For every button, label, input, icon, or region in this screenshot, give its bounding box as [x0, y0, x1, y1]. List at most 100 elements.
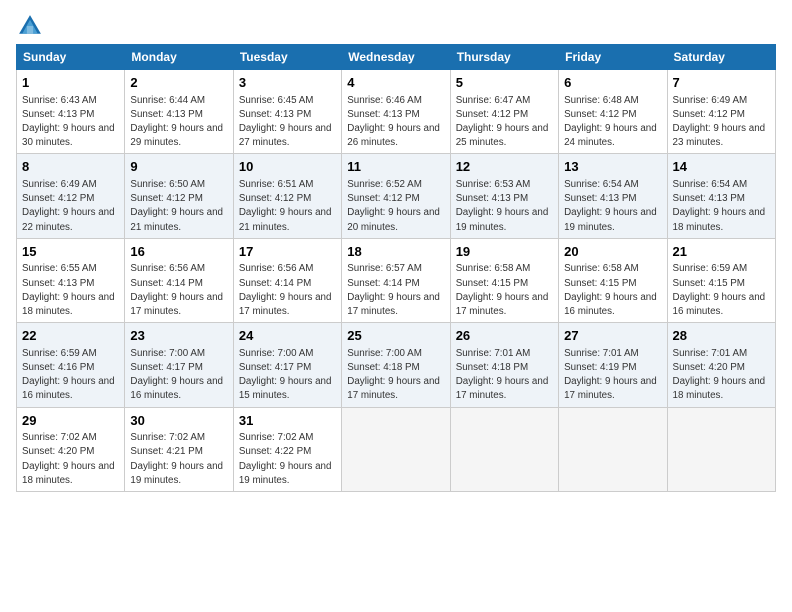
day-number: 21: [673, 243, 770, 261]
day-number: 2: [130, 74, 227, 92]
calendar-cell: 1 Sunrise: 6:43 AMSunset: 4:13 PMDayligh…: [17, 70, 125, 154]
day-info: Sunrise: 6:56 AMSunset: 4:14 PMDaylight:…: [130, 263, 223, 317]
day-info: Sunrise: 6:54 AMSunset: 4:13 PMDaylight:…: [564, 179, 657, 233]
day-info: Sunrise: 7:02 AMSunset: 4:21 PMDaylight:…: [130, 432, 223, 486]
day-number: 25: [347, 327, 444, 345]
day-number: 26: [456, 327, 553, 345]
calendar-cell: 7 Sunrise: 6:49 AMSunset: 4:12 PMDayligh…: [667, 70, 775, 154]
day-number: 3: [239, 74, 336, 92]
day-number: 1: [22, 74, 119, 92]
calendar-week-row: 1 Sunrise: 6:43 AMSunset: 4:13 PMDayligh…: [17, 70, 776, 154]
calendar-cell: 12 Sunrise: 6:53 AMSunset: 4:13 PMDaylig…: [450, 154, 558, 238]
day-number: 27: [564, 327, 661, 345]
day-info: Sunrise: 6:50 AMSunset: 4:12 PMDaylight:…: [130, 179, 223, 233]
day-info: Sunrise: 7:00 AMSunset: 4:18 PMDaylight:…: [347, 348, 440, 402]
calendar-week-row: 29 Sunrise: 7:02 AMSunset: 4:20 PMDaylig…: [17, 407, 776, 491]
calendar-cell: 24 Sunrise: 7:00 AMSunset: 4:17 PMDaylig…: [233, 323, 341, 407]
day-number: 18: [347, 243, 444, 261]
calendar-week-row: 15 Sunrise: 6:55 AMSunset: 4:13 PMDaylig…: [17, 238, 776, 322]
day-info: Sunrise: 7:01 AMSunset: 4:19 PMDaylight:…: [564, 348, 657, 402]
calendar-cell: 27 Sunrise: 7:01 AMSunset: 4:19 PMDaylig…: [559, 323, 667, 407]
calendar-header-row: SundayMondayTuesdayWednesdayThursdayFrid…: [17, 45, 776, 70]
calendar-cell: 15 Sunrise: 6:55 AMSunset: 4:13 PMDaylig…: [17, 238, 125, 322]
col-header-saturday: Saturday: [667, 45, 775, 70]
day-number: 19: [456, 243, 553, 261]
day-info: Sunrise: 6:58 AMSunset: 4:15 PMDaylight:…: [564, 263, 657, 317]
calendar-cell: 26 Sunrise: 7:01 AMSunset: 4:18 PMDaylig…: [450, 323, 558, 407]
day-number: 15: [22, 243, 119, 261]
col-header-thursday: Thursday: [450, 45, 558, 70]
day-info: Sunrise: 7:01 AMSunset: 4:20 PMDaylight:…: [673, 348, 766, 402]
col-header-sunday: Sunday: [17, 45, 125, 70]
day-number: 14: [673, 158, 770, 176]
day-number: 6: [564, 74, 661, 92]
calendar-cell: 11 Sunrise: 6:52 AMSunset: 4:12 PMDaylig…: [342, 154, 450, 238]
logo-icon: [16, 12, 44, 40]
calendar-cell: 20 Sunrise: 6:58 AMSunset: 4:15 PMDaylig…: [559, 238, 667, 322]
calendar-cell: 13 Sunrise: 6:54 AMSunset: 4:13 PMDaylig…: [559, 154, 667, 238]
calendar-cell: 28 Sunrise: 7:01 AMSunset: 4:20 PMDaylig…: [667, 323, 775, 407]
day-info: Sunrise: 6:44 AMSunset: 4:13 PMDaylight:…: [130, 95, 223, 149]
day-number: 4: [347, 74, 444, 92]
day-info: Sunrise: 6:52 AMSunset: 4:12 PMDaylight:…: [347, 179, 440, 233]
calendar-cell: 21 Sunrise: 6:59 AMSunset: 4:15 PMDaylig…: [667, 238, 775, 322]
col-header-monday: Monday: [125, 45, 233, 70]
day-info: Sunrise: 7:02 AMSunset: 4:22 PMDaylight:…: [239, 432, 332, 486]
day-number: 7: [673, 74, 770, 92]
calendar-cell: 16 Sunrise: 6:56 AMSunset: 4:14 PMDaylig…: [125, 238, 233, 322]
calendar-cell: 25 Sunrise: 7:00 AMSunset: 4:18 PMDaylig…: [342, 323, 450, 407]
calendar-cell: 23 Sunrise: 7:00 AMSunset: 4:17 PMDaylig…: [125, 323, 233, 407]
day-number: 28: [673, 327, 770, 345]
day-number: 17: [239, 243, 336, 261]
col-header-friday: Friday: [559, 45, 667, 70]
calendar-cell: 9 Sunrise: 6:50 AMSunset: 4:12 PMDayligh…: [125, 154, 233, 238]
calendar-cell: 14 Sunrise: 6:54 AMSunset: 4:13 PMDaylig…: [667, 154, 775, 238]
day-info: Sunrise: 6:51 AMSunset: 4:12 PMDaylight:…: [239, 179, 332, 233]
day-number: 5: [456, 74, 553, 92]
calendar-cell: 17 Sunrise: 6:56 AMSunset: 4:14 PMDaylig…: [233, 238, 341, 322]
col-header-wednesday: Wednesday: [342, 45, 450, 70]
day-info: Sunrise: 7:02 AMSunset: 4:20 PMDaylight:…: [22, 432, 115, 486]
day-info: Sunrise: 6:59 AMSunset: 4:16 PMDaylight:…: [22, 348, 115, 402]
day-number: 9: [130, 158, 227, 176]
calendar-cell: [450, 407, 558, 491]
day-info: Sunrise: 6:59 AMSunset: 4:15 PMDaylight:…: [673, 263, 766, 317]
calendar-cell: 2 Sunrise: 6:44 AMSunset: 4:13 PMDayligh…: [125, 70, 233, 154]
day-info: Sunrise: 6:43 AMSunset: 4:13 PMDaylight:…: [22, 95, 115, 149]
calendar-cell: [342, 407, 450, 491]
day-info: Sunrise: 6:46 AMSunset: 4:13 PMDaylight:…: [347, 95, 440, 149]
day-info: Sunrise: 6:56 AMSunset: 4:14 PMDaylight:…: [239, 263, 332, 317]
day-info: Sunrise: 7:00 AMSunset: 4:17 PMDaylight:…: [239, 348, 332, 402]
calendar-table: SundayMondayTuesdayWednesdayThursdayFrid…: [16, 44, 776, 492]
calendar-cell: 6 Sunrise: 6:48 AMSunset: 4:12 PMDayligh…: [559, 70, 667, 154]
calendar-cell: 5 Sunrise: 6:47 AMSunset: 4:12 PMDayligh…: [450, 70, 558, 154]
day-info: Sunrise: 6:49 AMSunset: 4:12 PMDaylight:…: [22, 179, 115, 233]
day-info: Sunrise: 6:49 AMSunset: 4:12 PMDaylight:…: [673, 95, 766, 149]
day-number: 16: [130, 243, 227, 261]
page-header: [16, 12, 776, 40]
day-number: 22: [22, 327, 119, 345]
calendar-cell: 4 Sunrise: 6:46 AMSunset: 4:13 PMDayligh…: [342, 70, 450, 154]
day-info: Sunrise: 6:54 AMSunset: 4:13 PMDaylight:…: [673, 179, 766, 233]
calendar-cell: 18 Sunrise: 6:57 AMSunset: 4:14 PMDaylig…: [342, 238, 450, 322]
day-info: Sunrise: 6:53 AMSunset: 4:13 PMDaylight:…: [456, 179, 549, 233]
day-info: Sunrise: 6:47 AMSunset: 4:12 PMDaylight:…: [456, 95, 549, 149]
day-info: Sunrise: 6:55 AMSunset: 4:13 PMDaylight:…: [22, 263, 115, 317]
logo: [16, 12, 48, 40]
calendar-cell: 10 Sunrise: 6:51 AMSunset: 4:12 PMDaylig…: [233, 154, 341, 238]
calendar-cell: [667, 407, 775, 491]
day-info: Sunrise: 7:00 AMSunset: 4:17 PMDaylight:…: [130, 348, 223, 402]
day-number: 10: [239, 158, 336, 176]
day-info: Sunrise: 6:57 AMSunset: 4:14 PMDaylight:…: [347, 263, 440, 317]
day-number: 31: [239, 412, 336, 430]
day-number: 11: [347, 158, 444, 176]
day-number: 23: [130, 327, 227, 345]
col-header-tuesday: Tuesday: [233, 45, 341, 70]
page-container: SundayMondayTuesdayWednesdayThursdayFrid…: [0, 0, 792, 500]
day-number: 30: [130, 412, 227, 430]
day-number: 20: [564, 243, 661, 261]
calendar-cell: 30 Sunrise: 7:02 AMSunset: 4:21 PMDaylig…: [125, 407, 233, 491]
calendar-week-row: 22 Sunrise: 6:59 AMSunset: 4:16 PMDaylig…: [17, 323, 776, 407]
calendar-cell: 8 Sunrise: 6:49 AMSunset: 4:12 PMDayligh…: [17, 154, 125, 238]
calendar-cell: [559, 407, 667, 491]
